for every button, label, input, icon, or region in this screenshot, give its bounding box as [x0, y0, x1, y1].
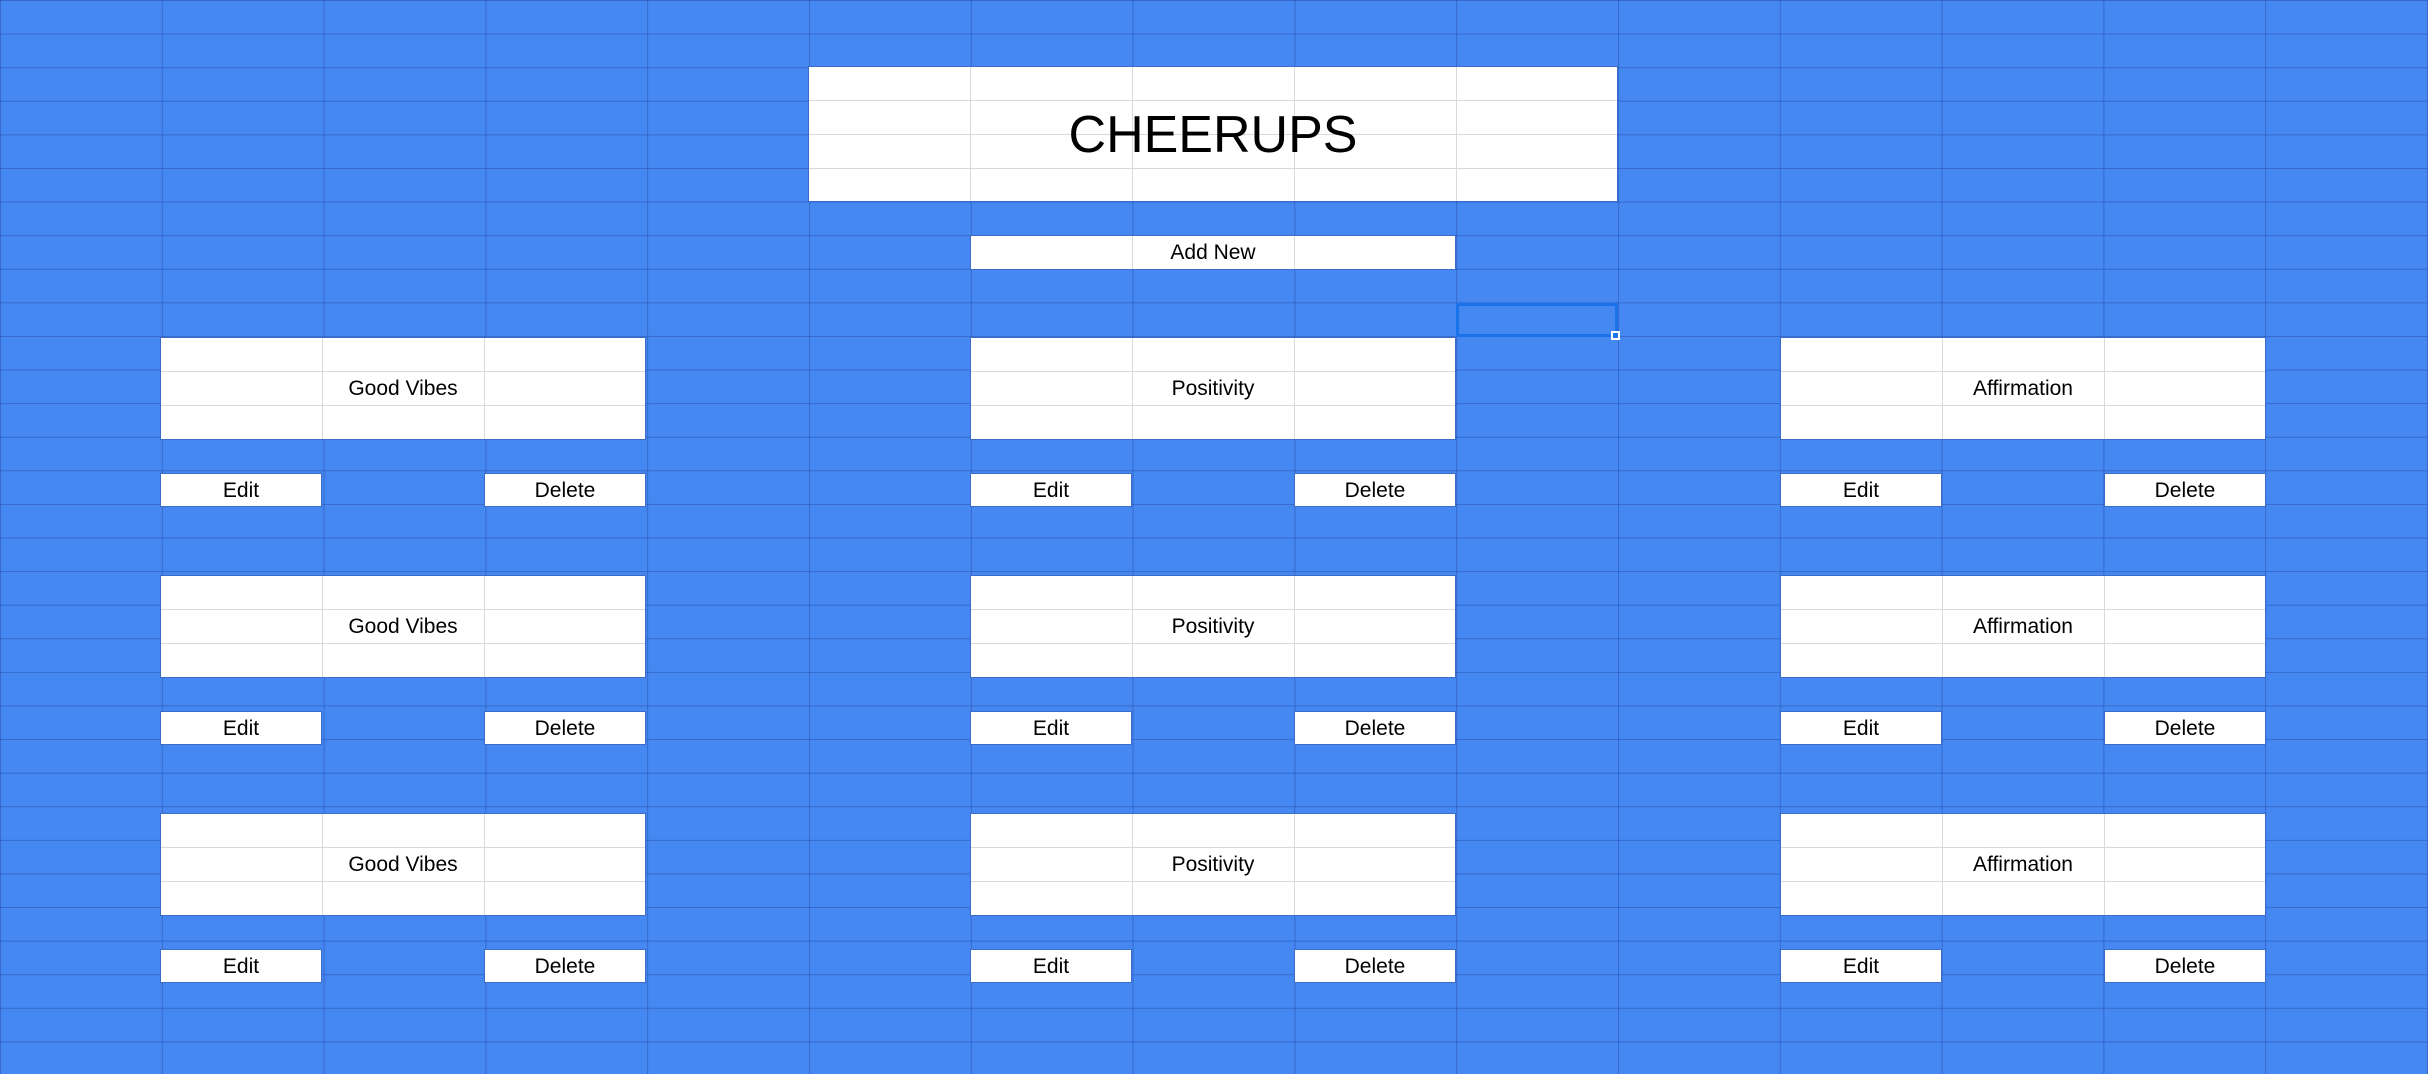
- delete-button[interactable]: Delete: [2104, 711, 2266, 745]
- card: Positivity: [970, 337, 1456, 440]
- delete-button[interactable]: Delete: [1294, 711, 1456, 745]
- card: Affirmation: [1780, 813, 2266, 916]
- edit-button[interactable]: Edit: [1780, 711, 1942, 745]
- delete-button[interactable]: Delete: [1294, 949, 1456, 983]
- edit-button[interactable]: Edit: [970, 949, 1132, 983]
- card: Good Vibes: [160, 337, 646, 440]
- edit-button[interactable]: Edit: [160, 949, 322, 983]
- card-title: Affirmation: [1973, 853, 2073, 876]
- card-title: Positivity: [1171, 853, 1255, 876]
- delete-button[interactable]: Delete: [1294, 473, 1456, 507]
- card: Good Vibes: [160, 813, 646, 916]
- fill-handle[interactable]: [1611, 331, 1620, 340]
- card-title: Positivity: [1171, 615, 1255, 638]
- delete-button[interactable]: Delete: [2104, 949, 2266, 983]
- edit-button[interactable]: Edit: [970, 473, 1132, 507]
- card-title: Good Vibes: [348, 615, 458, 638]
- delete-button[interactable]: Delete: [2104, 473, 2266, 507]
- edit-button[interactable]: Edit: [970, 711, 1132, 745]
- card: Positivity: [970, 813, 1456, 916]
- edit-button[interactable]: Edit: [1780, 949, 1942, 983]
- add-new-button[interactable]: Add New: [970, 235, 1456, 270]
- selected-cell[interactable]: [1456, 303, 1618, 337]
- delete-button[interactable]: Delete: [484, 473, 646, 507]
- card-title: Good Vibes: [348, 853, 458, 876]
- edit-button[interactable]: Edit: [160, 711, 322, 745]
- delete-button[interactable]: Delete: [484, 711, 646, 745]
- card-title: Affirmation: [1973, 615, 2073, 638]
- card-title: Positivity: [1171, 377, 1255, 400]
- card: Affirmation: [1780, 337, 2266, 440]
- card: Good Vibes: [160, 575, 646, 678]
- card: Positivity: [970, 575, 1456, 678]
- edit-button[interactable]: Edit: [160, 473, 322, 507]
- page-title: CHEERUPS: [1068, 106, 1358, 164]
- card: Affirmation: [1780, 575, 2266, 678]
- title-banner: CHEERUPS: [808, 66, 1618, 202]
- card-title: Affirmation: [1973, 377, 2073, 400]
- card-title: Good Vibes: [348, 377, 458, 400]
- delete-button[interactable]: Delete: [484, 949, 646, 983]
- edit-button[interactable]: Edit: [1780, 473, 1942, 507]
